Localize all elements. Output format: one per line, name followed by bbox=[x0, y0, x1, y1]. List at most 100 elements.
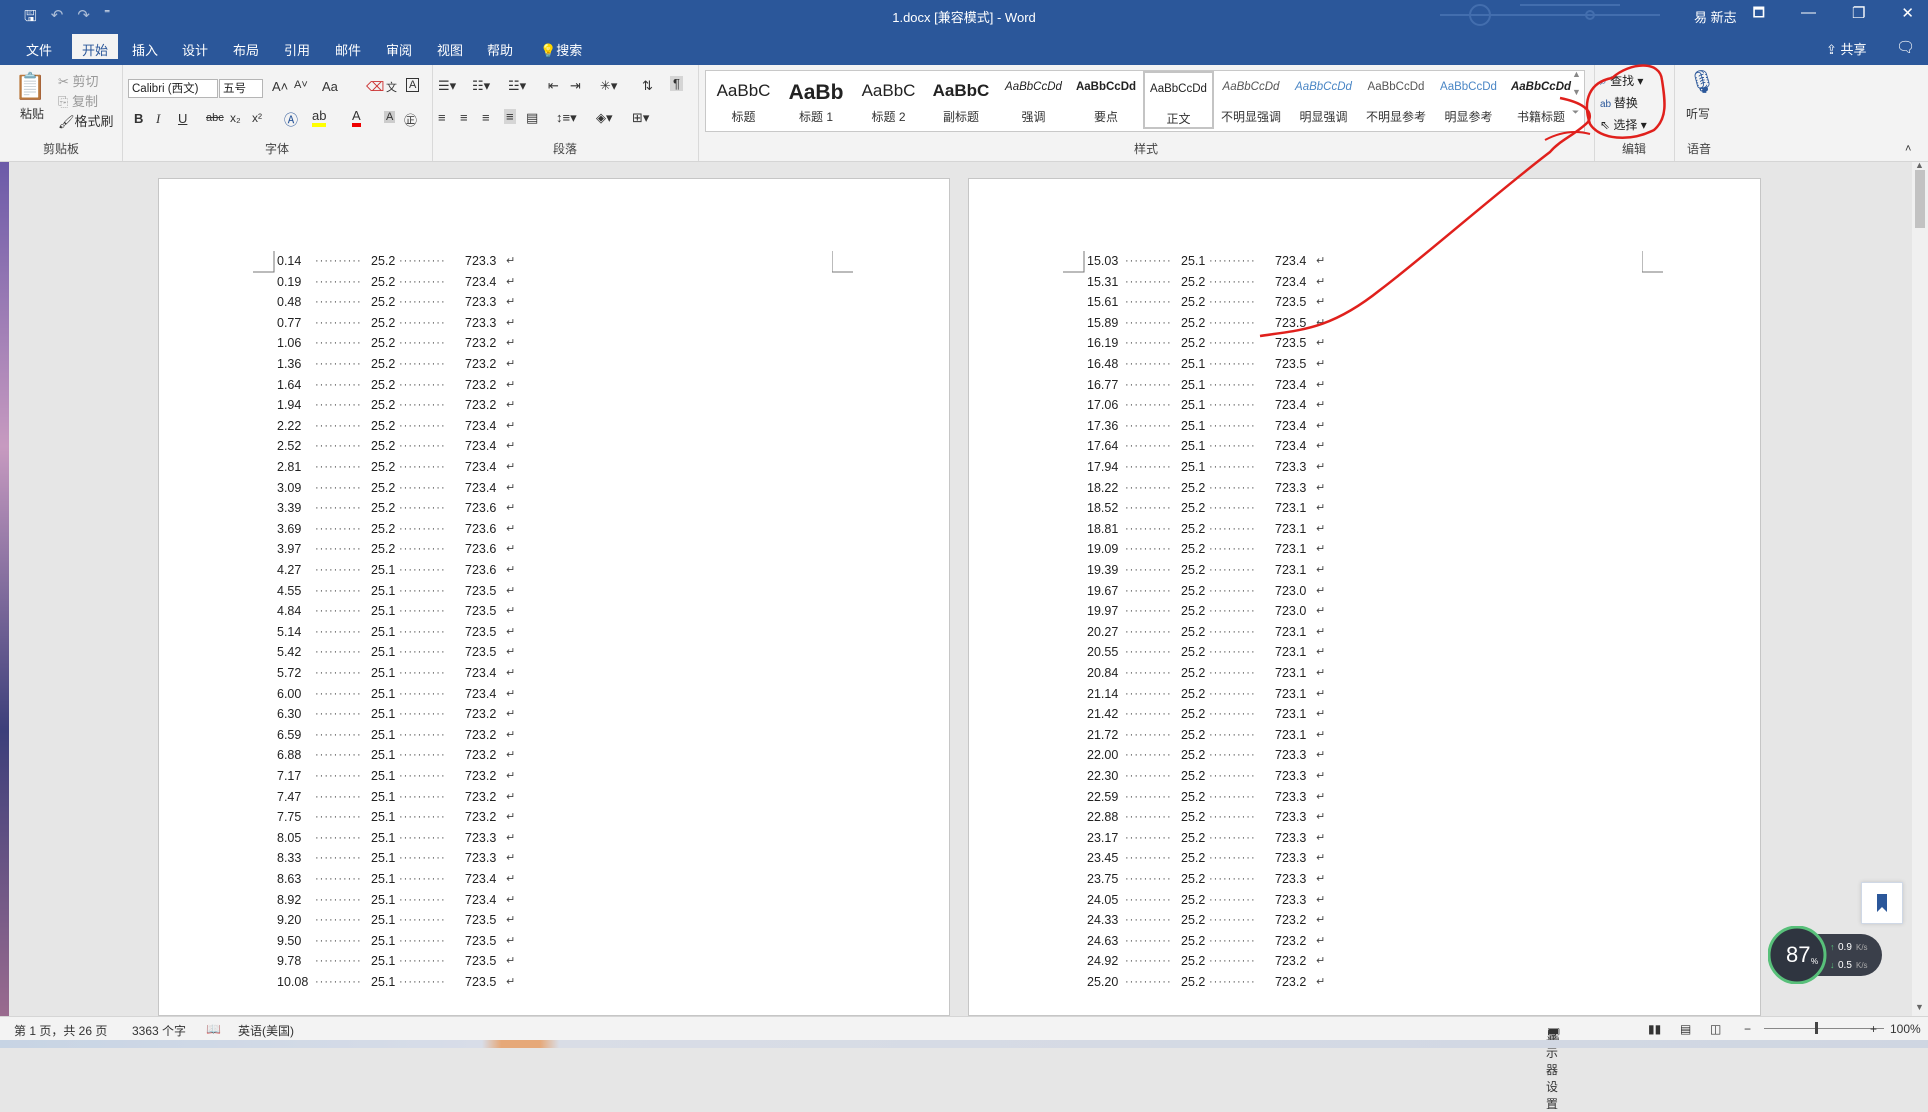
underline-button[interactable]: U bbox=[178, 111, 187, 126]
zoom-in-icon[interactable]: + bbox=[1870, 1022, 1877, 1036]
maximize-icon[interactable]: ❐ bbox=[1852, 4, 1865, 26]
styles-scroll-down-icon[interactable]: ▼ bbox=[1572, 87, 1581, 97]
show-marks-icon[interactable]: ¶ bbox=[670, 76, 683, 91]
numbering-icon[interactable]: ☷▾ bbox=[472, 78, 490, 94]
page-2[interactable]: 15.03 ·········· 25.1 ·········· 723.4 ↵ 15.31… bbox=[968, 178, 1761, 1016]
scroll-thumb[interactable] bbox=[1915, 170, 1925, 228]
paste-icon[interactable]: 📋 bbox=[14, 71, 46, 102]
style-11[interactable]: AaBbCcDd 明显参考 bbox=[1433, 71, 1504, 129]
grow-font-button[interactable]: A˄ bbox=[272, 79, 288, 94]
tab-help[interactable]: 帮助 bbox=[487, 40, 513, 59]
strikethrough-button[interactable]: abc bbox=[206, 112, 224, 124]
font-color-icon[interactable]: A bbox=[352, 109, 361, 127]
cut-button[interactable]: ✂ 剪切 bbox=[58, 71, 99, 90]
line-spacing-icon[interactable]: ↕≡▾ bbox=[556, 110, 577, 126]
font-name-combo[interactable]: Calibri (西文) bbox=[128, 79, 218, 98]
read-mode-icon[interactable]: ▮▮ bbox=[1648, 1022, 1661, 1036]
ribbon-display-icon[interactable]: 🗖 bbox=[1753, 4, 1765, 26]
justify-icon[interactable]: ≡ bbox=[504, 109, 516, 124]
increase-indent-icon[interactable]: ⇥ bbox=[570, 78, 581, 94]
format-painter-button[interactable]: 🖌格式刷 bbox=[58, 111, 114, 130]
styles-scroll-up-icon[interactable]: ▲ bbox=[1572, 69, 1581, 79]
tab-references[interactable]: 引用 bbox=[284, 40, 310, 59]
style-7[interactable]: AaBbCcDd 正文 bbox=[1143, 71, 1214, 129]
tab-home[interactable]: 开始 bbox=[72, 34, 119, 59]
superscript-button[interactable]: x² bbox=[252, 111, 262, 125]
share-button[interactable]: ⇪ 共享 bbox=[1826, 39, 1867, 58]
distributed-icon[interactable]: ▤ bbox=[526, 110, 538, 126]
align-center-icon[interactable]: ≡ bbox=[460, 110, 468, 125]
bold-button[interactable]: B bbox=[134, 111, 143, 126]
styles-more-icon[interactable]: ⏷ bbox=[1572, 107, 1579, 118]
language-indicator[interactable]: 英语(美国) bbox=[238, 1022, 294, 1039]
borders-icon[interactable]: ⊞▾ bbox=[632, 110, 649, 126]
page-count[interactable]: 第 1 页，共 26 页 bbox=[14, 1022, 107, 1039]
tab-file[interactable]: 文件 bbox=[26, 40, 52, 59]
style-6[interactable]: AaBbCcDd 要点 bbox=[1071, 71, 1142, 129]
tab-layout[interactable]: 布局 bbox=[233, 40, 259, 59]
style-3[interactable]: AaBbC 标题 2 bbox=[853, 71, 924, 129]
style-2[interactable]: AaBb 标题 1 bbox=[781, 71, 852, 129]
style-5[interactable]: AaBbCcDd 强调 bbox=[998, 71, 1069, 129]
dictate-button[interactable]: 听写 bbox=[1686, 105, 1710, 122]
style-4[interactable]: AaBbC 副标题 bbox=[926, 71, 997, 129]
tab-design[interactable]: 设计 bbox=[182, 40, 208, 59]
close-icon[interactable]: ✕ bbox=[1901, 4, 1914, 26]
shading-icon[interactable]: ◈▾ bbox=[596, 110, 613, 126]
collapse-ribbon-icon[interactable]: ˄ bbox=[1905, 143, 1911, 155]
char-shading-icon[interactable]: A bbox=[384, 111, 396, 123]
style-8[interactable]: AaBbCcDd 不明显强调 bbox=[1216, 71, 1287, 129]
subscript-button[interactable]: x₂ bbox=[230, 111, 241, 125]
tab-leader: ·········· bbox=[1209, 275, 1256, 288]
user-name[interactable]: 易 新志 bbox=[1694, 7, 1737, 26]
style-1[interactable]: AaBbC 标题 bbox=[708, 71, 779, 129]
tab-insert[interactable]: 插入 bbox=[132, 40, 158, 59]
enclose-char-icon[interactable]: ㊣ bbox=[404, 110, 417, 129]
find-button[interactable]: ⌕ 查找 ▾ bbox=[1600, 72, 1643, 89]
replace-button[interactable]: ab 替换 bbox=[1600, 94, 1638, 111]
chinese-layout-icon[interactable]: ✳▾ bbox=[600, 78, 617, 94]
font-size-combo[interactable]: 五号 bbox=[219, 79, 263, 98]
scroll-up-icon[interactable]: ▲ bbox=[1915, 160, 1924, 170]
zoom-slider-thumb[interactable] bbox=[1815, 1022, 1818, 1034]
select-button[interactable]: ⇖ 选择 ▾ bbox=[1600, 116, 1647, 133]
zoom-level[interactable]: 100% bbox=[1890, 1022, 1921, 1036]
tab-view[interactable]: 视图 bbox=[437, 40, 463, 59]
bookmark-widget[interactable] bbox=[1861, 882, 1903, 924]
scroll-down-icon[interactable]: ▼ bbox=[1915, 1002, 1924, 1012]
style-10[interactable]: AaBbCcDd 不明显参考 bbox=[1361, 71, 1432, 129]
char-border-icon[interactable]: A bbox=[406, 78, 420, 92]
proofing-icon[interactable]: 📖 bbox=[206, 1022, 221, 1036]
style-9[interactable]: AaBbCcDd 明显强调 bbox=[1288, 71, 1359, 129]
word-count[interactable]: 3363 个字 bbox=[132, 1022, 186, 1039]
align-right-icon[interactable]: ≡ bbox=[482, 110, 490, 125]
pinyin-icon[interactable]: 文 bbox=[386, 79, 397, 95]
bullets-icon[interactable]: ☰▾ bbox=[438, 78, 456, 94]
minimize-icon[interactable]: — bbox=[1801, 4, 1816, 26]
italic-button[interactable]: I bbox=[156, 111, 160, 127]
tell-me-search[interactable]: 💡搜索 bbox=[540, 40, 582, 59]
microphone-icon[interactable]: 🎙 bbox=[1688, 69, 1716, 95]
text-effects-icon[interactable]: Ⓐ bbox=[284, 110, 298, 130]
web-layout-icon[interactable]: ◫ bbox=[1710, 1022, 1721, 1036]
sort-icon[interactable]: ⇅ bbox=[642, 78, 653, 94]
tab-mailings[interactable]: 邮件 bbox=[335, 40, 361, 59]
shrink-font-button[interactable]: A˅ bbox=[294, 79, 308, 91]
style-12[interactable]: AaBbCcDd 书籍标题 bbox=[1506, 71, 1577, 129]
clear-format-icon[interactable]: ⌫ bbox=[366, 79, 384, 95]
highlight-icon[interactable]: ab bbox=[312, 109, 327, 127]
page-1[interactable]: 0.14 ·········· 25.2 ·········· 723.3 ↵ 0.19 ··… bbox=[158, 178, 950, 1016]
copy-button[interactable]: ⎘ 复制 bbox=[58, 91, 98, 110]
zoom-out-icon[interactable]: − bbox=[1744, 1022, 1751, 1036]
print-layout-icon[interactable]: ▤ bbox=[1680, 1022, 1691, 1036]
tab-review[interactable]: 审阅 bbox=[386, 40, 412, 59]
align-left-icon[interactable]: ≡ bbox=[438, 110, 446, 125]
change-case-button[interactable]: Aa bbox=[322, 79, 338, 94]
comments-icon[interactable]: 🗨 bbox=[1896, 38, 1915, 56]
paste-button[interactable]: 粘贴 bbox=[20, 105, 44, 122]
tab-leader: ·········· bbox=[315, 955, 362, 968]
decrease-indent-icon[interactable]: ⇤ bbox=[548, 78, 559, 94]
vertical-scrollbar[interactable]: ▲ ▼ bbox=[1912, 160, 1928, 1016]
multilevel-icon[interactable]: ☳▾ bbox=[508, 78, 526, 94]
zoom-slider[interactable] bbox=[1764, 1028, 1884, 1029]
